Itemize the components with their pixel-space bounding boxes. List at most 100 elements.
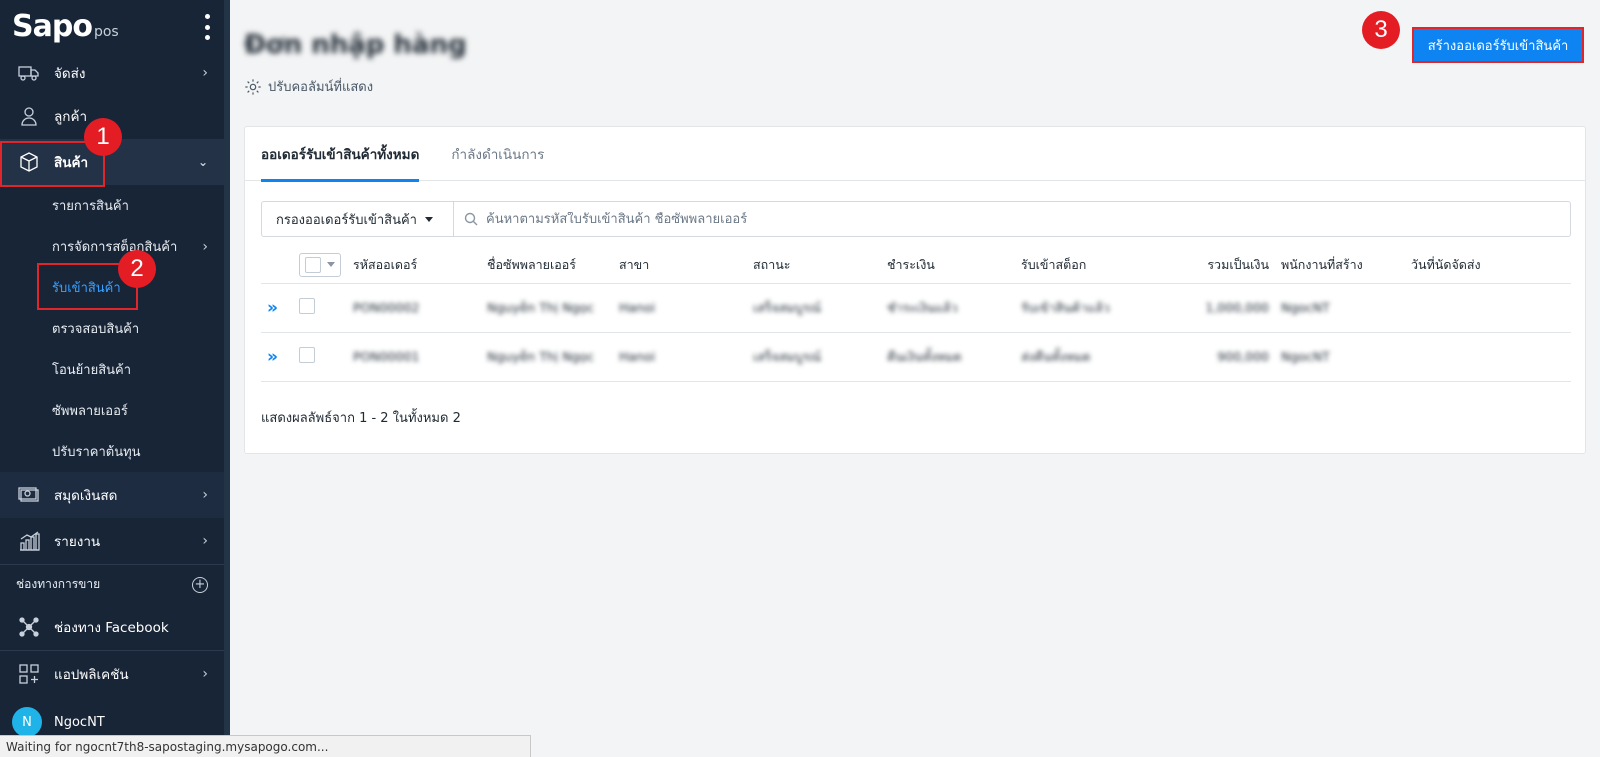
caret-down-icon — [327, 262, 335, 268]
add-channel-icon[interactable]: + — [192, 576, 208, 593]
expand-cell: ›› — [261, 282, 293, 332]
sidebar-item-label: จัดส่ง — [54, 66, 86, 82]
step-badge-2: 2 — [118, 250, 156, 288]
table-header-row: รหัสออเดอร์ ชื่อซัพพลายเออร์ สาขา สถานะ … — [261, 247, 1571, 283]
step-badge-3: 3 — [1362, 11, 1400, 49]
column-header[interactable]: พนักงานที่สร้าง — [1275, 247, 1405, 283]
checkbox — [305, 256, 321, 273]
chevron-right-icon: › — [202, 666, 208, 682]
row-checkbox[interactable] — [299, 347, 315, 363]
sidebar-subitem-suppliers[interactable]: ซัพพลายเออร์ — [0, 390, 224, 431]
sales-channels-header: ช่องทางการขาย + — [0, 564, 224, 604]
expand-icon[interactable]: ›› — [267, 298, 278, 318]
page-title: Đơn nhập hàng — [244, 30, 467, 60]
filter-dropdown[interactable]: กรองออเดอร์รับเข้าสินค้า — [262, 202, 454, 236]
supplier-cell: Nguyễn Thị Ngọc — [481, 282, 613, 332]
column-header[interactable]: สถานะ — [747, 247, 881, 283]
column-header[interactable]: รับเข้าสต็อก — [1015, 247, 1149, 283]
branch-cell: Hanoi — [613, 282, 747, 332]
sidebar-subitem-stock-transfer[interactable]: โอนย้ายสินค้า — [0, 349, 224, 390]
column-header[interactable]: สาขา — [613, 247, 747, 283]
branch-cell: Hanoi — [613, 331, 747, 382]
sidebar-subitem-stock-management[interactable]: การจัดการสต็อกสินค้า › — [0, 226, 224, 267]
row-checkbox[interactable] — [299, 298, 315, 314]
select-all-checkbox[interactable] — [299, 252, 341, 277]
apps-icon — [18, 663, 40, 685]
search-icon — [464, 212, 478, 226]
bar-chart-icon — [18, 530, 40, 552]
chevron-right-icon: › — [202, 65, 208, 81]
stock-cell: รับเข้าสินค้าแล้ว — [1015, 282, 1149, 332]
create-purchase-order-button[interactable]: สร้างออเดอร์รับเข้าสินค้า — [1412, 27, 1584, 63]
logo-bar: Sapo pos — [0, 0, 224, 53]
order-code-link[interactable]: PON00002 — [347, 282, 481, 332]
orders-table: รหัสออเดอร์ ชื่อซัพพลายเออร์ สาขา สถานะ … — [261, 247, 1571, 382]
sidebar-item-facebook[interactable]: ช่องทาง Facebook — [0, 604, 224, 650]
more-menu-icon[interactable] — [204, 14, 210, 40]
date-cell — [1405, 331, 1571, 382]
chevron-down-icon: ⌄ — [197, 155, 208, 169]
sidebar-subitem-stock-check[interactable]: ตรวจสอบสินค้า — [0, 308, 224, 349]
sidebar-subitem-label: ปรับราคาต้นทุน — [52, 445, 141, 460]
sidebar-item-shipping[interactable]: จัดส่ง › — [0, 53, 224, 93]
column-settings-link[interactable]: ปรับคอลัมน์ที่แสดง — [244, 76, 373, 97]
sales-channels-label: ช่องทางการขาย — [16, 577, 101, 591]
products-submenu: รายการสินค้า การจัดการสต็อกสินค้า › รับเข… — [0, 185, 224, 472]
user-icon — [18, 105, 40, 127]
sidebar-item-cashbook[interactable]: สมุดเงินสด › — [0, 472, 224, 518]
staff-cell: NgocNT — [1275, 331, 1405, 382]
total-cell: 900,000 — [1149, 331, 1275, 382]
supplier-cell: Nguyễn Thị Ngọc — [481, 331, 613, 382]
search-input[interactable] — [486, 211, 1186, 227]
select-cell — [293, 331, 347, 382]
column-header[interactable]: วันที่นัดจัดส่ง — [1405, 247, 1571, 283]
status-cell: เสร็จสมบูรณ์ — [747, 331, 881, 382]
sidebar-subitem-label: ซัพพลายเออร์ — [52, 404, 128, 419]
cash-icon — [18, 484, 40, 506]
gear-icon — [245, 78, 261, 95]
browser-status-bar: Waiting for ngocnt7th8-sapostaging.mysap… — [0, 735, 531, 757]
column-header[interactable]: ชื่อซัพพลายเออร์ — [481, 247, 613, 283]
sidebar-subitem-product-list[interactable]: รายการสินค้า — [0, 185, 224, 226]
caret-down-icon — [424, 216, 433, 222]
column-header[interactable]: รหัสออเดอร์ — [347, 247, 481, 283]
sidebar-item-label: แอปพลิเคชัน — [54, 667, 129, 683]
sidebar: Sapo pos จัดส่ง › ลูกค้า สินค้า ⌄ รายการ… — [0, 0, 230, 757]
logo[interactable]: Sapo — [12, 9, 93, 44]
column-header[interactable]: ชำระเงิน — [881, 247, 1015, 283]
tab-bar: ออเดอร์รับเข้าสินค้าทั้งหมด กำลังดำเนินก… — [245, 127, 1585, 182]
sidebar-subitem-label: การจัดการสต็อกสินค้า — [52, 240, 178, 255]
search-box — [454, 202, 1570, 236]
logo-suffix: pos — [93, 23, 119, 40]
header-expand-cell — [261, 247, 293, 283]
chevron-right-icon: › — [202, 238, 208, 255]
tab-in-progress[interactable]: กำลังดำเนินการ — [451, 127, 544, 181]
expand-cell: ›› — [261, 331, 293, 382]
column-header[interactable]: รวมเป็นเงิน — [1149, 247, 1275, 283]
table-row[interactable]: ›› PON00002 Nguyễn Thị Ngọc Hanoi เสร็จส… — [261, 282, 1571, 332]
header-select-cell — [293, 247, 347, 283]
sidebar-item-apps[interactable]: แอปพลิเคชัน › — [0, 651, 224, 697]
results-summary: แสดงผลลัพธ์จาก 1 - 2 ในทั้งหมด 2 — [261, 411, 461, 426]
filter-bar: กรองออเดอร์รับเข้าสินค้า — [261, 201, 1571, 237]
sidebar-subitem-cost-adjust[interactable]: ปรับราคาต้นทุน — [0, 431, 224, 472]
network-icon — [18, 616, 40, 638]
total-cell: 1,000,000 — [1149, 282, 1275, 332]
sidebar-subitem-label: โอนย้ายสินค้า — [52, 363, 132, 378]
stock-cell: ส่งคืนทั้งหมด — [1015, 331, 1149, 382]
tab-all-orders[interactable]: ออเดอร์รับเข้าสินค้าทั้งหมด — [261, 127, 420, 182]
sidebar-item-reports[interactable]: รายงาน › — [0, 518, 224, 564]
sidebar-item-label: ลูกค้า — [54, 109, 88, 125]
main-content: Đơn nhập hàng ปรับคอลัมน์ที่แสดง สร้างออ… — [230, 0, 1600, 757]
column-settings-label: ปรับคอลัมน์ที่แสดง — [268, 80, 374, 95]
expand-icon[interactable]: ›› — [267, 347, 278, 367]
table-row[interactable]: ›› PON00001 Nguyễn Thị Ngọc Hanoi เสร็จส… — [261, 331, 1571, 382]
select-cell — [293, 282, 347, 332]
avatar: N — [12, 707, 42, 737]
filter-dropdown-label: กรองออเดอร์รับเข้าสินค้า — [276, 212, 417, 228]
sidebar-item-label: รายงาน — [54, 534, 101, 550]
truck-icon — [18, 62, 40, 84]
status-cell: เสร็จสมบูรณ์ — [747, 282, 881, 332]
sidebar-inner: Sapo pos จัดส่ง › ลูกค้า สินค้า ⌄ รายการ… — [0, 0, 224, 757]
order-code-link[interactable]: PON00001 — [347, 331, 481, 382]
